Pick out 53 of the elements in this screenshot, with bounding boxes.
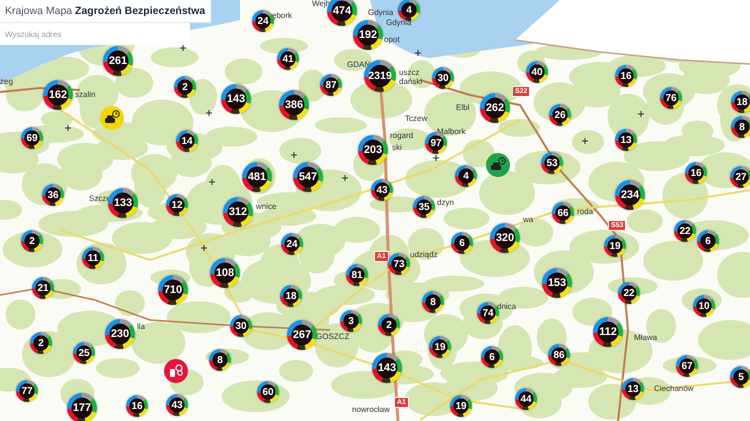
search-field[interactable]: Wyszukaj adres	[0, 23, 190, 45]
town-cross-icon	[208, 178, 216, 186]
car-clock-icon[interactable]	[100, 106, 124, 130]
place-label: Tczew	[405, 115, 428, 123]
place-label: nowrocław	[352, 406, 390, 414]
place-label: wa	[523, 216, 534, 224]
place-label: ski	[392, 144, 402, 152]
place-label: roda	[577, 208, 594, 216]
place-label: szalin	[75, 91, 96, 99]
place-label: dański	[399, 78, 422, 86]
place-label: lla	[137, 323, 146, 331]
town-cross-icon	[638, 110, 644, 118]
forest-area	[572, 130, 604, 154]
place-label: opot	[384, 36, 400, 44]
place-label: GOSZCZ	[316, 333, 350, 341]
forest-area	[572, 298, 612, 326]
place-label: zeg	[0, 78, 13, 86]
town-cross-icon	[64, 124, 72, 132]
forest-area	[0, 368, 30, 392]
forest-area	[0, 200, 22, 220]
forest-area	[279, 138, 322, 164]
forest-area	[6, 300, 36, 330]
town-cross-icon	[200, 244, 208, 252]
forest-area	[334, 49, 372, 72]
forest-area	[224, 58, 262, 84]
place-label: Elbl	[456, 104, 470, 112]
town-cross-icon	[290, 152, 298, 158]
forest-area	[279, 360, 314, 382]
town-cross-icon	[180, 44, 186, 52]
place-label: wnice	[256, 203, 276, 211]
forest-area	[717, 252, 750, 298]
forest-area	[114, 290, 145, 316]
town-cross-icon	[206, 110, 212, 116]
app-title: Krajowa Mapa Zagrożeń Bezpieczeństwa	[0, 0, 212, 23]
place-label: Mława	[634, 334, 658, 342]
forest-area	[498, 118, 540, 137]
forest-area	[517, 218, 554, 247]
place-label: Ciechanów	[654, 385, 694, 393]
place-label: ębork	[272, 12, 292, 20]
car-clock-icon[interactable]	[486, 153, 510, 177]
place-label: rogard	[390, 132, 414, 140]
town-cross-icon	[582, 138, 588, 144]
forest-area	[166, 301, 231, 334]
place-label: dnica	[497, 303, 516, 311]
place-label: Gdynia	[386, 19, 412, 27]
town-cross-icon	[414, 50, 422, 56]
town-cross-icon	[432, 154, 440, 162]
place-label: Gdynia	[368, 9, 394, 17]
town-cross-icon	[342, 174, 348, 182]
place-label: uszcz	[399, 69, 420, 77]
place-label: udziądz	[410, 251, 438, 259]
place-label: dzyn	[437, 199, 454, 207]
forest-area	[698, 320, 750, 360]
